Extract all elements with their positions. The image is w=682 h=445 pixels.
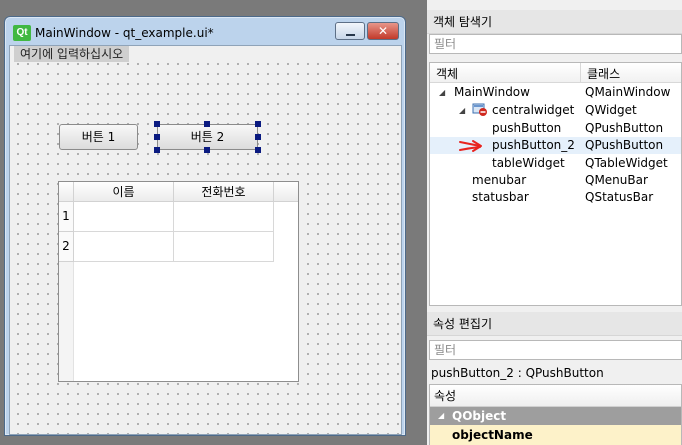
tree-row-statusbar[interactable]: statusbar QStatusBar <box>430 189 681 206</box>
layout-broken-icon <box>472 103 487 116</box>
object-class: QPushButton <box>585 121 664 135</box>
object-name: centralwidget <box>492 103 575 117</box>
object-class: QWidget <box>585 103 637 117</box>
object-name: pushButton <box>492 121 562 135</box>
column-class[interactable]: 클래스 <box>587 65 620 82</box>
tree-row-mainwindow[interactable]: ◢ MainWindow QMainWindow <box>430 84 681 101</box>
resize-handle-b[interactable] <box>204 147 210 153</box>
menubar: 여기에 입력하십시오 <box>10 46 401 62</box>
window-title: MainWindow - qt_example.ui* <box>35 26 214 40</box>
column-header-name[interactable]: 이름 <box>74 182 174 202</box>
property-group-qobject[interactable]: ◢ QObject <box>430 407 681 425</box>
group-label: QObject <box>452 409 507 423</box>
resize-handle-l[interactable] <box>154 134 160 140</box>
object-class: QPushButton <box>585 138 664 152</box>
window-titlebar[interactable]: Qt MainWindow - qt_example.ui* <box>5 17 405 45</box>
expand-arrow-icon[interactable]: ◢ <box>439 84 445 101</box>
menu-placeholder[interactable]: 여기에 입력하십시오 <box>14 46 130 62</box>
tree-row-pushbutton-2[interactable]: pushButton_2 QPushButton <box>430 137 681 154</box>
table-cell[interactable] <box>174 202 274 232</box>
resize-handle-r[interactable] <box>255 134 261 140</box>
right-dock: 객체 탐색기 필터 객체 클래스 ◢ MainWindow QMainWindo… <box>427 0 682 445</box>
object-tree[interactable]: 객체 클래스 ◢ MainWindow QMainWindow ◢ centra… <box>429 62 682 306</box>
object-name: pushButton_2 <box>492 138 575 152</box>
column-header-phone[interactable]: 전화번호 <box>174 182 274 202</box>
minimize-button[interactable] <box>335 22 365 40</box>
resize-handle-tr[interactable] <box>255 121 261 127</box>
object-class: QMainWindow <box>585 85 671 99</box>
row-header[interactable]: 1 <box>59 202 74 232</box>
form-canvas[interactable]: 여기에 입력하십시오 버튼 1 버튼 2 이름 전화번호 1 2 <box>9 45 402 435</box>
header-filler <box>274 182 298 202</box>
selected-object-label: pushButton_2 : QPushButton <box>431 366 604 380</box>
object-class: QStatusBar <box>585 190 654 204</box>
resize-handle-t[interactable] <box>204 121 210 127</box>
red-arrow-annotation-icon <box>459 140 482 152</box>
tree-row-tablewidget[interactable]: tableWidget QTableWidget <box>430 155 681 172</box>
row-header-gutter <box>59 262 74 381</box>
property-table[interactable]: 속성 ◢ QObject objectName <box>429 384 682 445</box>
table-widget[interactable]: 이름 전화번호 1 2 <box>58 181 299 382</box>
property-objectname[interactable]: objectName <box>430 425 681 445</box>
object-class: QTableWidget <box>585 156 668 170</box>
property-column-header[interactable]: 속성 <box>430 385 681 407</box>
object-class: QMenuBar <box>585 173 648 187</box>
qt-logo-icon: Qt <box>13 25 31 41</box>
tree-header: 객체 클래스 <box>430 63 681 83</box>
tree-row-pushbutton[interactable]: pushButton QPushButton <box>430 120 681 137</box>
table-cell[interactable] <box>74 232 174 262</box>
form-window: Qt MainWindow - qt_example.ui* 여기에 입력하십시… <box>4 16 406 436</box>
object-name: menubar <box>472 173 527 187</box>
object-filter-input[interactable]: 필터 <box>429 34 682 54</box>
column-separator[interactable] <box>580 63 581 83</box>
table-cell[interactable] <box>174 232 274 262</box>
table-corner[interactable] <box>59 182 74 202</box>
close-button[interactable] <box>367 22 399 40</box>
tree-row-menubar[interactable]: menubar QMenuBar <box>430 172 681 189</box>
expand-arrow-icon[interactable]: ◢ <box>459 102 465 119</box>
table-cell[interactable] <box>74 202 174 232</box>
tree-row-centralwidget[interactable]: ◢ centralwidget QWidget <box>430 102 681 119</box>
row-header[interactable]: 2 <box>59 232 74 262</box>
property-filter-input[interactable]: 필터 <box>429 340 682 360</box>
resize-handle-br[interactable] <box>255 147 261 153</box>
resize-handle-bl[interactable] <box>154 147 160 153</box>
push-button-1[interactable]: 버튼 1 <box>59 124 138 150</box>
column-object[interactable]: 객체 <box>436 65 458 82</box>
object-name: MainWindow <box>454 85 530 99</box>
collapse-arrow-icon[interactable]: ◢ <box>438 407 444 425</box>
property-editor-title: 속성 편집기 <box>427 312 682 336</box>
object-name: tableWidget <box>492 156 565 170</box>
object-inspector-title: 객체 탐색기 <box>427 10 682 34</box>
object-name: statusbar <box>472 190 529 204</box>
resize-handle-tl[interactable] <box>154 121 160 127</box>
